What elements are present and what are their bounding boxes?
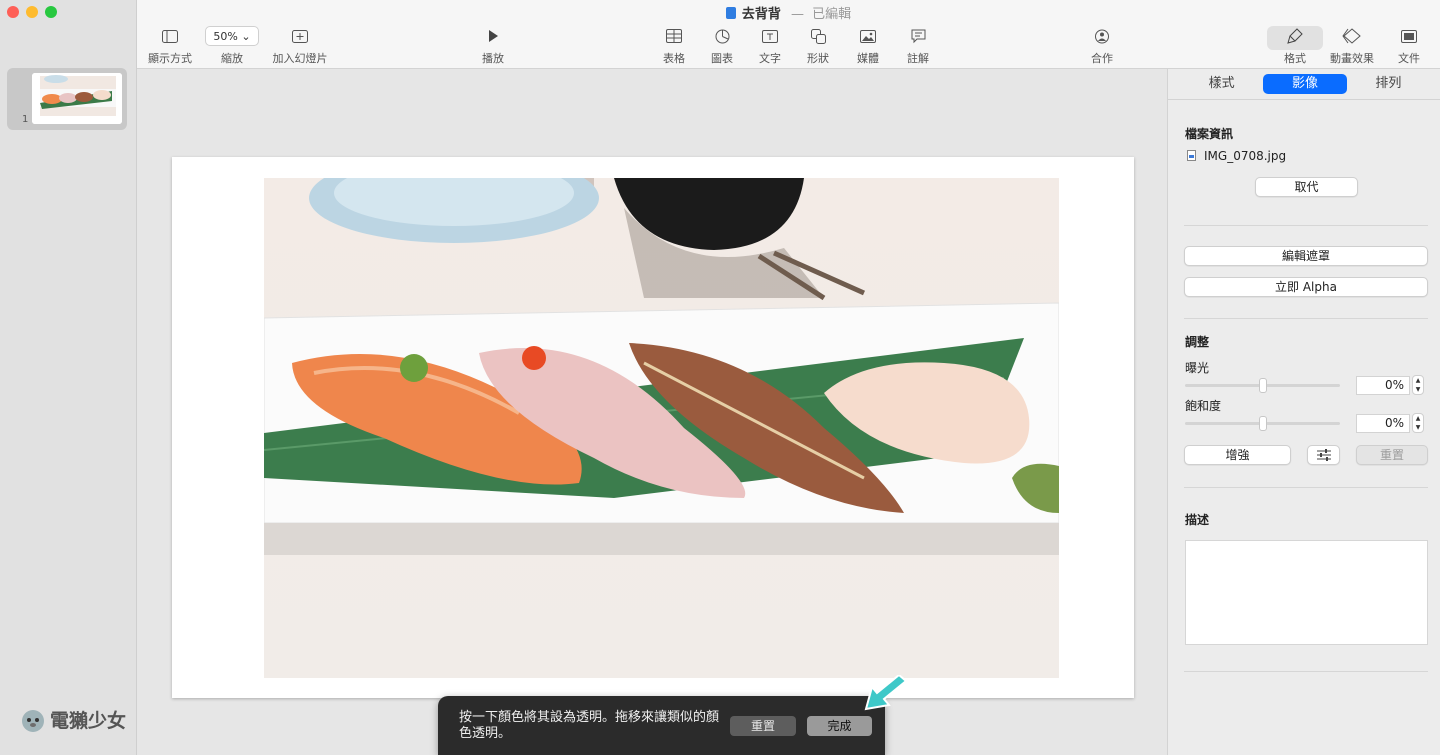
section-divider (1184, 318, 1428, 319)
adjust-heading: 調整 (1185, 335, 1210, 349)
replace-button[interactable]: 取代 (1255, 177, 1358, 197)
view-button[interactable]: 顯示方式 (135, 26, 205, 66)
saturation-label: 飽和度 (1185, 399, 1222, 413)
collaborate-label: 合作 (1091, 52, 1113, 65)
keynote-document-icon (725, 7, 736, 19)
file-name: IMG_0708.jpg (1204, 149, 1287, 163)
edit-mask-button[interactable]: 編輯遮罩 (1184, 246, 1428, 266)
collaborate-button[interactable]: 合作 (1067, 26, 1137, 66)
section-divider (1184, 671, 1428, 672)
slide[interactable] (172, 157, 1134, 698)
instant-alpha-button[interactable]: 立即 Alpha (1184, 277, 1428, 297)
instant-alpha-done-button[interactable]: 完成 (807, 716, 872, 736)
exposure-field[interactable]: 0% (1356, 376, 1410, 395)
play-icon (489, 30, 498, 42)
sliders-icon (1316, 449, 1331, 461)
adjust-reset-button[interactable]: 重置 (1356, 445, 1428, 465)
saturation-stepper[interactable]: ▲ ▼ (1412, 413, 1424, 433)
document-button[interactable]: 文件 (1374, 26, 1440, 66)
zoom-label: 縮放 (221, 52, 243, 65)
comment-label: 註解 (907, 52, 929, 65)
slide-canvas[interactable] (137, 69, 1167, 755)
tab-arrange[interactable]: 排列 (1347, 74, 1430, 94)
window-title: 去背背 — 已編輯 (137, 3, 1440, 22)
play-label: 播放 (482, 52, 504, 65)
exposure-slider-knob[interactable] (1259, 378, 1267, 393)
slide-thumbnail-row[interactable]: 1 (7, 68, 127, 130)
table-icon (666, 29, 682, 43)
file-icon (1187, 150, 1196, 161)
document-status: 已編輯 (812, 7, 852, 22)
instant-alpha-reset-button[interactable]: 重置 (730, 716, 796, 736)
sidebar-icon (162, 29, 178, 43)
instant-alpha-hud: 按一下顏色將其設為透明。拖移來讓類似的顏色透明。 重置 完成 (438, 696, 885, 755)
saturation-slider[interactable] (1185, 416, 1340, 431)
section-divider (1184, 487, 1428, 488)
file-info-heading: 檔案資訊 (1185, 127, 1234, 141)
section-divider (1184, 225, 1428, 226)
photo-icon (860, 29, 876, 43)
animate-diamond-icon (1342, 28, 1361, 44)
document-label: 文件 (1398, 52, 1420, 65)
watermark: 電獺少女 (20, 706, 126, 733)
tab-style[interactable]: 樣式 (1180, 74, 1263, 94)
close-window-button[interactable] (7, 6, 19, 18)
otter-logo-icon (22, 709, 44, 732)
saturation-slider-knob[interactable] (1259, 416, 1267, 431)
shape-icon (810, 28, 826, 44)
exposure-label: 曝光 (1185, 361, 1210, 375)
slide-thumbnail[interactable] (32, 73, 122, 124)
description-heading: 描述 (1185, 513, 1210, 527)
tab-image[interactable]: 影像 (1263, 74, 1347, 94)
zoom-select[interactable]: 50% ⌄ (205, 26, 259, 46)
toolbar: 去背背 — 已編輯 顯示方式 50% ⌄ 縮放 加入幻燈片 播放 表格 圖表 文… (137, 0, 1440, 69)
comment-button[interactable]: 註解 (883, 26, 953, 66)
collaborate-icon (1095, 29, 1109, 43)
annotation-arrow-icon (864, 675, 908, 711)
view-label: 顯示方式 (148, 52, 192, 65)
watermark-text: 電獺少女 (50, 710, 127, 732)
zoom-control[interactable]: 50% ⌄ 縮放 (197, 26, 267, 66)
slide-navigator: 1 (0, 0, 137, 755)
sushi-photo[interactable] (264, 178, 1059, 678)
zoom-window-button[interactable] (45, 6, 57, 18)
document-name: 去背背 (741, 7, 781, 22)
exposure-stepper[interactable]: ▲ ▼ (1412, 375, 1424, 395)
document-icon (1401, 29, 1417, 43)
comment-icon (911, 29, 925, 43)
inspector-tabs: 樣式 影像 排列 (1180, 74, 1430, 94)
slide-thumbnail-image (32, 73, 122, 124)
description-textarea[interactable] (1185, 540, 1428, 645)
adjust-settings-button[interactable] (1307, 445, 1340, 465)
chart-icon (715, 29, 729, 43)
add-slide-icon (292, 29, 308, 43)
minimize-window-button[interactable] (26, 6, 38, 18)
instant-alpha-instruction: 按一下顏色將其設為透明。拖移來讓類似的顏色透明。 (459, 710, 720, 741)
add-slide-label: 加入幻燈片 (272, 52, 328, 65)
slide-number: 1 (22, 114, 29, 125)
paintbrush-icon (1287, 28, 1303, 44)
exposure-slider[interactable] (1185, 378, 1340, 393)
title-separator: — (791, 7, 804, 22)
text-box-icon (762, 29, 778, 43)
format-inspector: 樣式 影像 排列 檔案資訊 IMG_0708.jpg 取代 編輯遮罩 立即 Al… (1167, 69, 1440, 755)
play-button[interactable]: 播放 (458, 26, 528, 66)
add-slide-button[interactable]: 加入幻燈片 (265, 26, 335, 66)
saturation-field[interactable]: 0% (1356, 414, 1410, 433)
tab-divider (1168, 99, 1440, 100)
enhance-button[interactable]: 增強 (1184, 445, 1291, 465)
